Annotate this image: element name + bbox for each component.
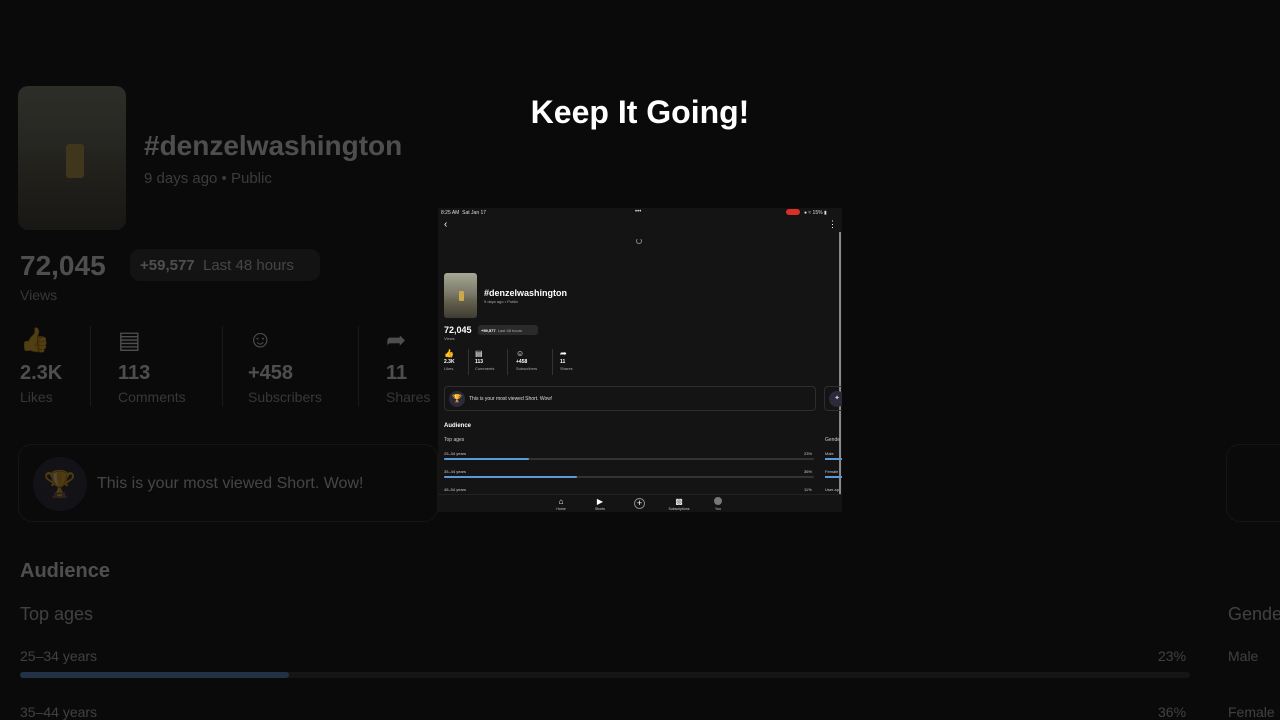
- nav-shorts[interactable]: ▶ Shorts: [585, 497, 615, 511]
- stat-likes[interactable]: 👍 2.3K Likes: [444, 349, 455, 371]
- bg-views: 72,045: [20, 250, 106, 281]
- status-time: 8:25 AM Sat Jan 17: [441, 210, 487, 216]
- create-button[interactable]: +: [634, 498, 645, 509]
- bg-highlight-card-2: [1226, 444, 1280, 522]
- gender-item: Female: [825, 469, 839, 474]
- age-row-percent: 23%: [804, 451, 813, 456]
- record-indicator-icon: [786, 209, 800, 215]
- video-thumbnail[interactable]: [444, 273, 477, 318]
- avatar-icon: [703, 497, 733, 507]
- loading-spinner-icon: [636, 238, 642, 244]
- bg-stat-likes: 👍 2.3K Likes: [20, 327, 63, 405]
- subscriptions-icon: ▩: [675, 497, 683, 506]
- age-row-label: 35–44 years: [444, 469, 467, 474]
- bg-gender-item: Female: [1228, 704, 1275, 720]
- bg-stat-subscribers: ☺ +458 Subscribers: [248, 326, 322, 405]
- gender-item: User-sp: [825, 487, 840, 492]
- gender-bar: [825, 476, 842, 478]
- bg-age-row: 25–34 years: [20, 648, 98, 664]
- bg-gender-item: Male: [1228, 648, 1259, 664]
- nav-subscriptions[interactable]: ▩ Subscriptions: [664, 497, 694, 511]
- share-icon: ➦: [560, 349, 567, 358]
- plus-icon: +: [636, 498, 643, 508]
- bg-views-label: Views: [20, 287, 58, 303]
- age-row-percent: 36%: [804, 469, 813, 474]
- views-delta-badge: +59,577 Last 48 hours: [478, 325, 538, 335]
- age-bar: [444, 476, 814, 478]
- party-icon: ✦: [829, 391, 842, 407]
- status-bar: 8:25 AM Sat Jan 17 ••• ● ≈ 15% ▮: [438, 208, 842, 217]
- age-row-percent: 11%: [804, 487, 812, 492]
- stat-comments[interactable]: ▤ 113 Comments: [475, 349, 494, 371]
- home-icon: ⌂: [558, 497, 564, 506]
- bg-top-ages: Top ages: [20, 604, 94, 624]
- top-ages-label: Top ages: [444, 437, 465, 443]
- nav-you[interactable]: You: [703, 497, 733, 511]
- bg-audience-heading: Audience: [20, 560, 111, 582]
- age-bar: [444, 458, 814, 460]
- trophy-icon: 🏆: [449, 391, 465, 407]
- stat-shares[interactable]: ➦ 11 Shares: [560, 349, 573, 371]
- bg-age-row: 35–44 years: [20, 704, 98, 720]
- views-label: Views: [444, 336, 455, 341]
- nav-home[interactable]: ⌂ Home: [546, 497, 576, 511]
- age-row-label: 45–54 years: [444, 487, 467, 492]
- video-frame: #denzelwashington 9 days ago • Public 72…: [0, 0, 1280, 720]
- thumbs-up-icon: 👍: [444, 349, 454, 358]
- highlight-card[interactable]: 🏆 This is your most viewed Short. Wow!: [444, 386, 816, 411]
- comment-icon: ▤: [475, 349, 483, 358]
- more-dots-icon: •••: [635, 209, 642, 215]
- gender-label: Gende: [825, 437, 841, 443]
- scrollbar[interactable]: [839, 232, 841, 494]
- stat-subscribers[interactable]: ☺ +458 Subscribers: [516, 349, 537, 371]
- views-count: 72,045: [444, 325, 472, 335]
- battery-status: ● ≈ 15% ▮: [804, 210, 827, 216]
- gender-item: Male: [825, 451, 834, 456]
- bg-stat-shares: ➦ 11 Shares: [386, 327, 431, 405]
- bg-age-pct: 36%: [1158, 704, 1187, 720]
- bg-age-pct: 23%: [1158, 648, 1187, 664]
- audience-heading: Audience: [444, 423, 472, 429]
- app-screen: 8:25 AM Sat Jan 17 ••• ● ≈ 15% ▮ ‹ ⋮ #de…: [438, 208, 842, 512]
- bg-stat-comments: ▤ 113 Comments: [118, 327, 186, 405]
- bg-views-delta: +59,577 Last 48 hours: [130, 249, 320, 281]
- highlight-text: This is your most viewed Short. Wow!: [469, 396, 553, 402]
- video-title: #denzelwashington: [484, 288, 568, 298]
- bg-title: #denzelwashington: [144, 130, 403, 161]
- caption-text: Keep It Going!: [530, 94, 750, 130]
- age-row-label: 25–34 years: [444, 451, 467, 456]
- highlight-card-next[interactable]: ✦: [824, 386, 842, 411]
- gender-bar: [825, 458, 842, 460]
- back-button[interactable]: ‹: [444, 219, 447, 230]
- bg-gender-label: Gende: [1228, 604, 1280, 624]
- bg-highlight-card: 🏆 This is your most viewed Short. Wow!: [18, 444, 438, 522]
- add-person-icon: ☺: [516, 349, 525, 358]
- shorts-icon: ▶: [596, 497, 604, 506]
- video-meta: 9 days ago • Public: [484, 299, 519, 304]
- bg-meta: 9 days ago • Public: [144, 170, 272, 187]
- more-options-button[interactable]: ⋮: [828, 219, 837, 230]
- bottom-navigation: ⌂ Home ▶ Shorts + ▩ Subscriptions You: [438, 494, 842, 512]
